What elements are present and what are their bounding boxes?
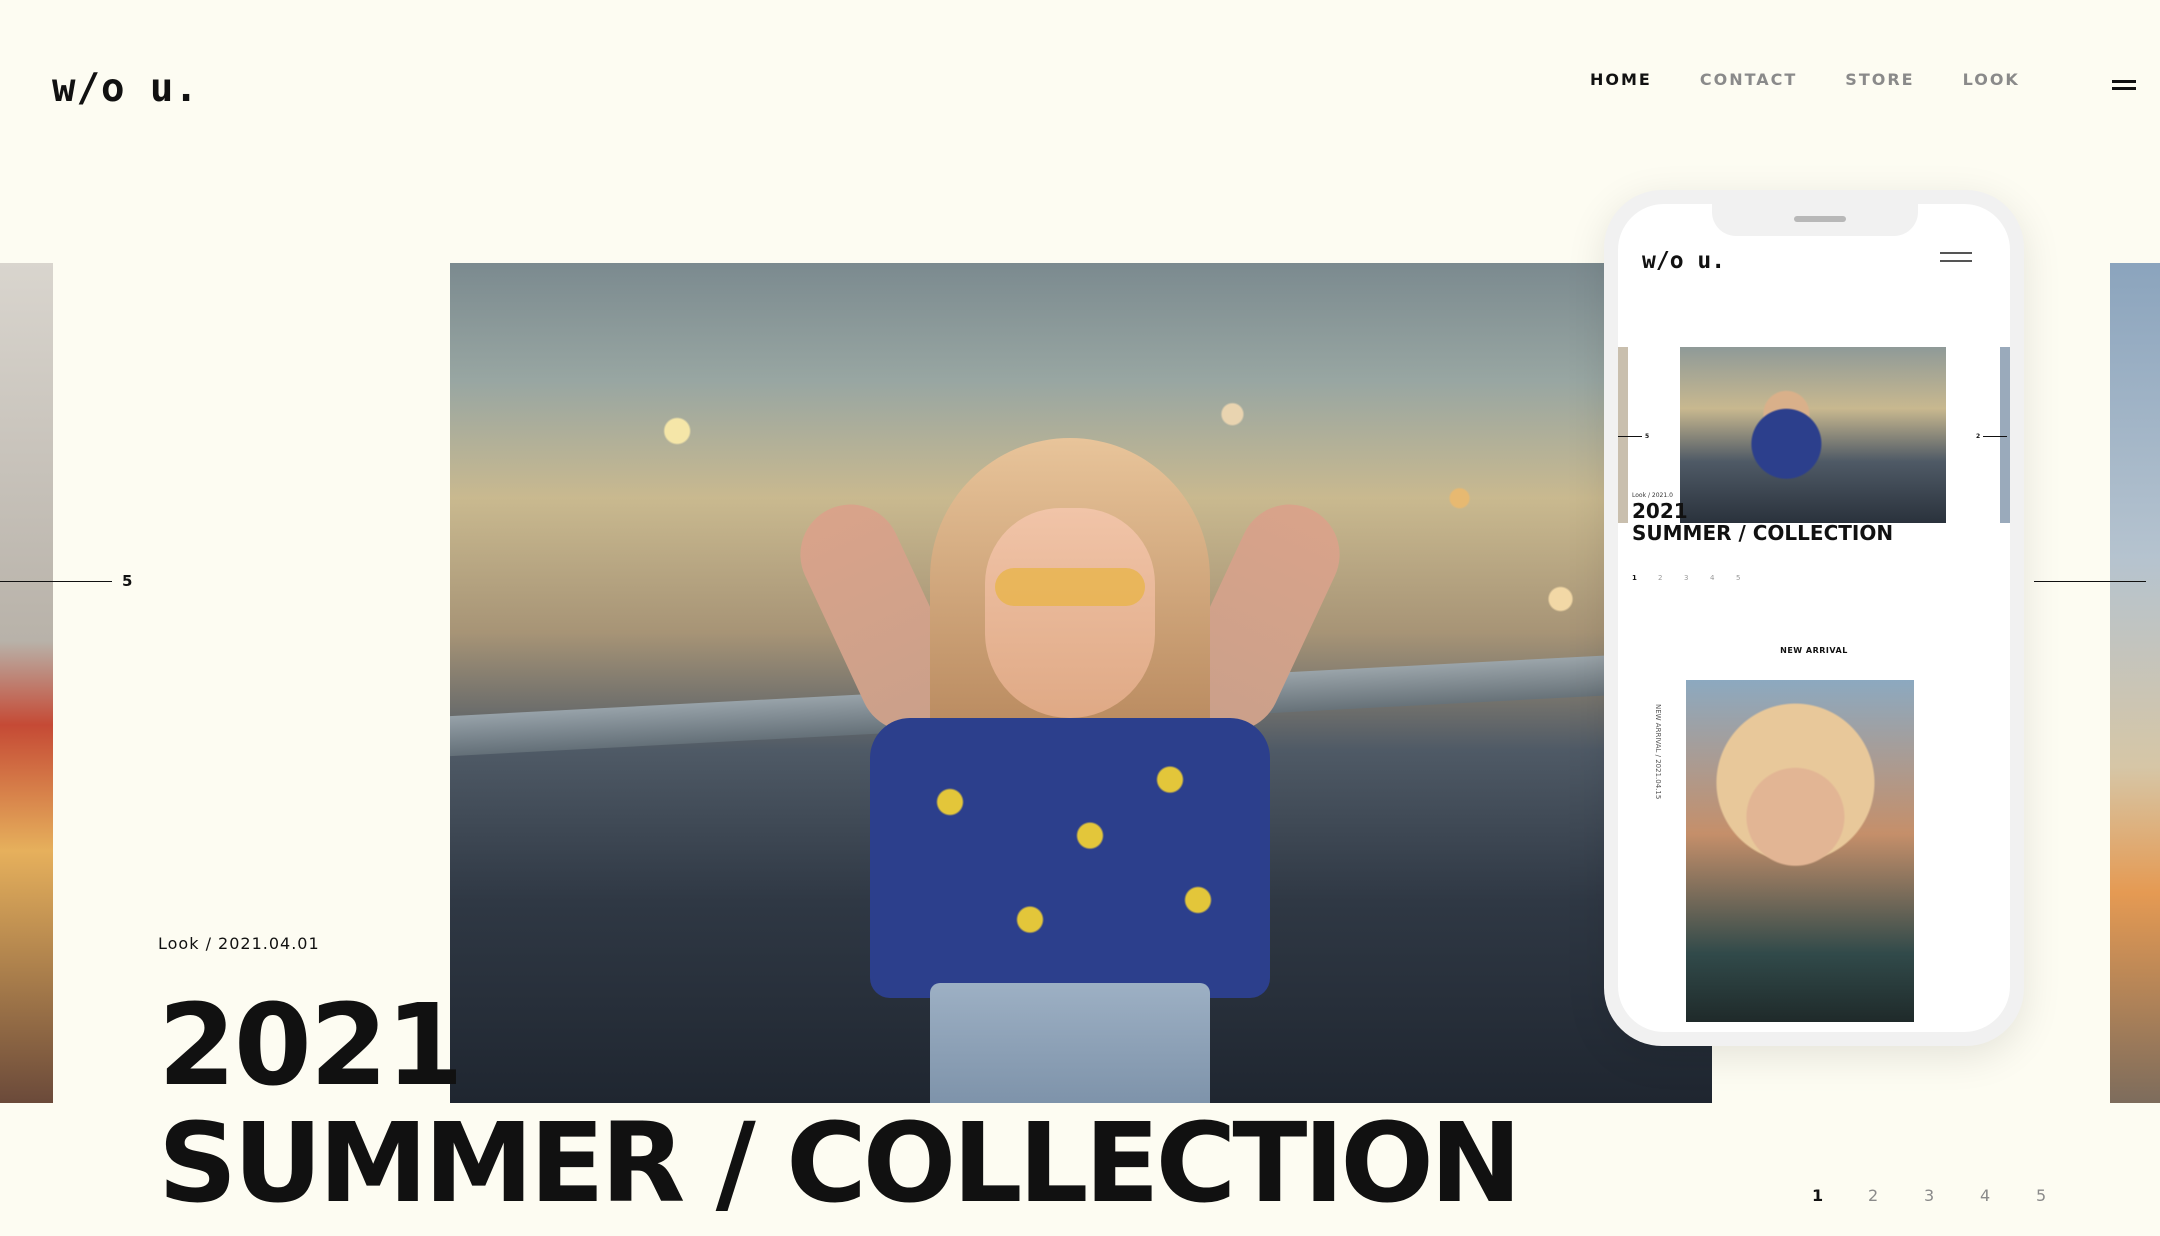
new-arrival-heading: NEW ARRIVAL	[1780, 646, 1848, 655]
pager-item-4[interactable]: 4	[1980, 1186, 2036, 1205]
phone-previous-number: 5	[1645, 433, 1650, 440]
new-arrival-date-label: NEW ARRIVAL / 2021.04.15	[1654, 704, 1662, 800]
indicator-line	[0, 580, 112, 582]
previous-slide-image[interactable]	[0, 263, 53, 1103]
pager-item-2[interactable]: 2	[1868, 1186, 1924, 1205]
phone-pager-item-5[interactable]: 5	[1736, 574, 1762, 582]
hero-title: SUMMER / COLLECTION	[158, 1099, 1522, 1227]
main-nav: HOME CONTACT STORE LOOK	[1590, 70, 2068, 89]
previous-slide-indicator[interactable]: 5	[0, 572, 132, 590]
pager-item-3[interactable]: 3	[1924, 1186, 1980, 1205]
next-slide-image[interactable]	[2110, 263, 2160, 1103]
phone-logo[interactable]: w/o u.	[1642, 248, 1725, 274]
phone-mockup: w/o u. 5 2 Look / 2021.0 2021 SUMMER / C…	[1604, 190, 2024, 1046]
hero-image	[450, 263, 1712, 1103]
phone-hero-image	[1680, 347, 1946, 523]
pager-item-1[interactable]: 1	[1812, 1186, 1868, 1205]
pager-item-5[interactable]: 5	[2036, 1186, 2092, 1205]
denim-shorts	[930, 983, 1210, 1103]
phone-pager-item-4[interactable]: 4	[1710, 574, 1736, 582]
nav-look[interactable]: LOOK	[1963, 70, 2020, 89]
sunglasses	[995, 568, 1145, 606]
slide-pager: 1 2 3 4 5	[1812, 1186, 2092, 1205]
speaker-icon	[1794, 216, 1846, 222]
nav-home[interactable]: HOME	[1590, 70, 1652, 89]
phone-next-indicator[interactable]: 2	[1976, 433, 2008, 440]
phone-look-meta: Look / 2021.0	[1632, 492, 1673, 499]
model-figure	[783, 438, 1357, 1103]
phone-previous-indicator[interactable]: 5	[1618, 433, 1649, 440]
next-slide-indicator[interactable]: 2	[2014, 572, 2147, 590]
look-meta: Look / 2021.04.01	[158, 934, 320, 953]
nav-contact[interactable]: CONTACT	[1700, 70, 1797, 89]
phone-pager-item-2[interactable]: 2	[1658, 574, 1684, 582]
hero-year: 2021	[158, 981, 464, 1111]
nav-store[interactable]: STORE	[1845, 70, 1914, 89]
phone-hamburger-menu-icon[interactable]	[1940, 252, 1972, 264]
phone-pager-item-3[interactable]: 3	[1684, 574, 1710, 582]
blue-printed-shirt	[870, 718, 1270, 998]
phone-slide-pager: 1 2 3 4 5	[1632, 574, 1762, 582]
phone-screen: w/o u. 5 2 Look / 2021.0 2021 SUMMER / C…	[1618, 204, 2010, 1032]
indicator-line	[2034, 580, 2147, 582]
previous-slide-number: 5	[122, 572, 133, 590]
hamburger-menu-icon[interactable]	[2112, 80, 2136, 90]
phone-notch	[1712, 204, 1918, 236]
new-arrival-image[interactable]	[1686, 680, 1914, 1022]
phone-next-number: 2	[1976, 433, 1981, 440]
phone-pager-item-1[interactable]: 1	[1632, 574, 1658, 582]
phone-hero-title: SUMMER / COLLECTION	[1632, 521, 1894, 545]
phone-hero-year: 2021	[1632, 499, 1688, 523]
site-logo[interactable]: w/o u.	[52, 66, 199, 111]
